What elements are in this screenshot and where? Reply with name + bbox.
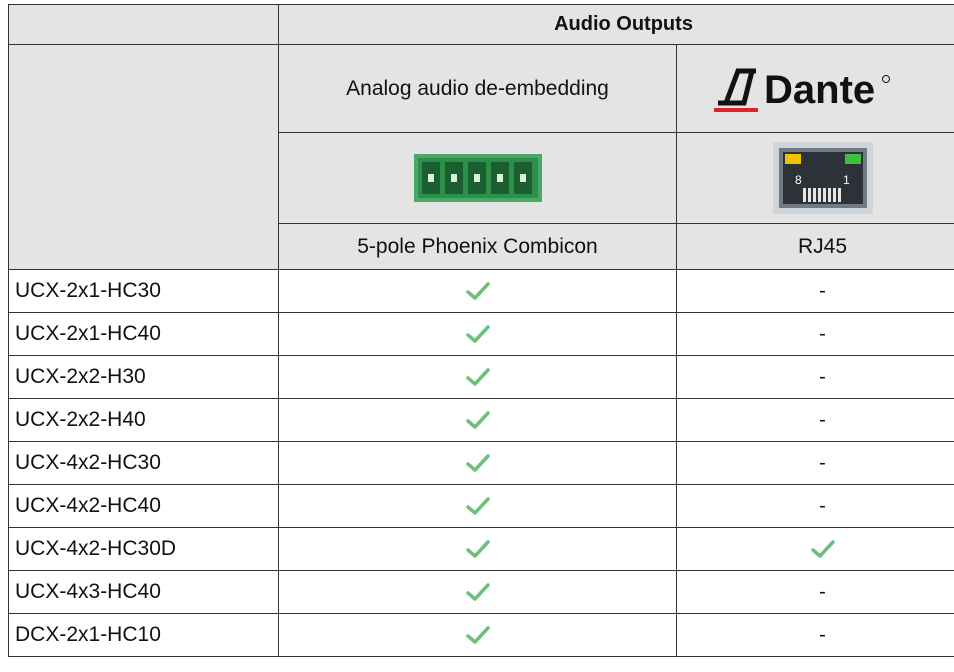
dante-support-dash: - bbox=[675, 570, 954, 614]
analog-support-check bbox=[278, 613, 677, 657]
analog-support-check bbox=[278, 355, 677, 399]
table-row: UCX-4x2-HC30 - bbox=[8, 441, 954, 485]
check-icon bbox=[465, 368, 490, 386]
dante-support-check bbox=[675, 527, 954, 571]
model-name: UCX-2x2-H30 bbox=[8, 355, 279, 399]
rj45-pin-left: 8 bbox=[795, 173, 802, 187]
blank-header-cell bbox=[8, 44, 279, 270]
svg-text:Dante: Dante bbox=[764, 68, 875, 112]
check-icon bbox=[465, 497, 490, 515]
rj45-connector-cell: 8 1 bbox=[675, 132, 954, 224]
table-row: DCX-2x1-HC10 - bbox=[8, 613, 954, 657]
analog-support-check bbox=[278, 312, 677, 356]
analog-support-check bbox=[278, 484, 677, 528]
phoenix-connector-icon bbox=[413, 154, 542, 202]
audio-outputs-table: Audio Outputs Analog audio de-embedding … bbox=[8, 4, 954, 657]
column-title-analog: Analog audio de-embedding bbox=[278, 44, 677, 133]
connector-name-analog: 5-pole Phoenix Combicon bbox=[278, 223, 677, 270]
dante-support-dash: - bbox=[675, 312, 954, 356]
check-icon bbox=[465, 583, 490, 601]
dante-support-dash: - bbox=[675, 484, 954, 528]
check-icon bbox=[465, 454, 490, 472]
model-name: UCX-2x2-H40 bbox=[8, 398, 279, 442]
model-name: UCX-2x1-HC40 bbox=[8, 312, 279, 356]
rj45-pin-right: 1 bbox=[843, 173, 850, 187]
rj45-port-icon: 8 1 bbox=[772, 142, 873, 214]
table-row: UCX-4x2-HC40 - bbox=[8, 484, 954, 528]
model-name: UCX-4x2-HC30D bbox=[8, 527, 279, 571]
connector-name-dante: RJ45 bbox=[675, 223, 954, 270]
check-icon bbox=[465, 282, 490, 300]
check-icon bbox=[465, 626, 490, 644]
check-icon bbox=[465, 411, 490, 429]
check-icon bbox=[465, 540, 490, 558]
dante-logo: Dante bbox=[677, 59, 954, 119]
model-name: UCX-4x2-HC30 bbox=[8, 441, 279, 485]
analog-support-check bbox=[278, 398, 677, 442]
model-name: UCX-4x2-HC40 bbox=[8, 484, 279, 528]
dante-support-dash: - bbox=[675, 269, 954, 313]
analog-support-check bbox=[278, 570, 677, 614]
dante-support-dash: - bbox=[675, 613, 954, 657]
dante-support-dash: - bbox=[675, 355, 954, 399]
analog-support-check bbox=[278, 269, 677, 313]
table-row: UCX-2x1-HC30 - bbox=[8, 269, 954, 313]
analog-support-check bbox=[278, 441, 677, 485]
model-name: UCX-2x1-HC30 bbox=[8, 269, 279, 313]
table-row: UCX-2x2-H40 - bbox=[8, 398, 954, 442]
model-name: DCX-2x1-HC10 bbox=[8, 613, 279, 657]
dante-support-dash: - bbox=[675, 441, 954, 485]
corner-cell bbox=[8, 4, 279, 45]
table-row: UCX-4x2-HC30D bbox=[8, 527, 954, 571]
phoenix-connector-cell bbox=[278, 132, 677, 224]
dante-support-dash: - bbox=[675, 398, 954, 442]
table-row: UCX-2x2-H30 - bbox=[8, 355, 954, 399]
table-row: UCX-4x3-HC40 - bbox=[8, 570, 954, 614]
table-header-title: Audio Outputs bbox=[277, 4, 954, 45]
analog-support-check bbox=[278, 527, 677, 571]
check-icon bbox=[810, 540, 835, 558]
check-icon bbox=[465, 325, 490, 343]
column-title-dante: Dante bbox=[675, 44, 954, 133]
model-name: UCX-4x3-HC40 bbox=[8, 570, 279, 614]
table-row: UCX-2x1-HC40 - bbox=[8, 312, 954, 356]
